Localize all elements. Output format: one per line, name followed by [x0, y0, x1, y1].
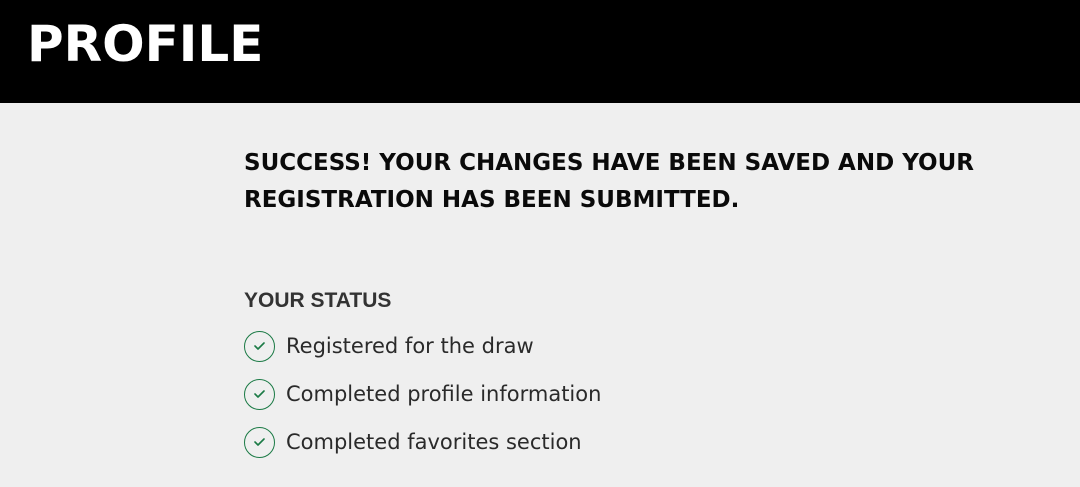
main-content: SUCCESS! YOUR CHANGES HAVE BEEN SAVED AN…	[0, 103, 1080, 487]
status-item-registered: Registered for the draw	[244, 329, 601, 363]
check-circle-icon	[244, 378, 275, 410]
check-circle-icon	[244, 426, 275, 458]
page-header: PROFILE	[0, 0, 1080, 103]
status-heading: YOUR STATUS	[244, 289, 392, 312]
page-title: PROFILE	[27, 15, 264, 73]
status-item-label: Completed profile information	[286, 382, 602, 406]
status-item-label: Completed favorites section	[286, 430, 582, 454]
status-list: Registered for the draw Completed profil…	[244, 329, 601, 473]
status-item-profile: Completed profile information	[244, 377, 601, 411]
status-item-favorites: Completed favorites section	[244, 425, 601, 459]
check-circle-icon	[244, 330, 275, 362]
success-message: SUCCESS! YOUR CHANGES HAVE BEEN SAVED AN…	[244, 150, 974, 213]
status-item-label: Registered for the draw	[286, 334, 534, 358]
